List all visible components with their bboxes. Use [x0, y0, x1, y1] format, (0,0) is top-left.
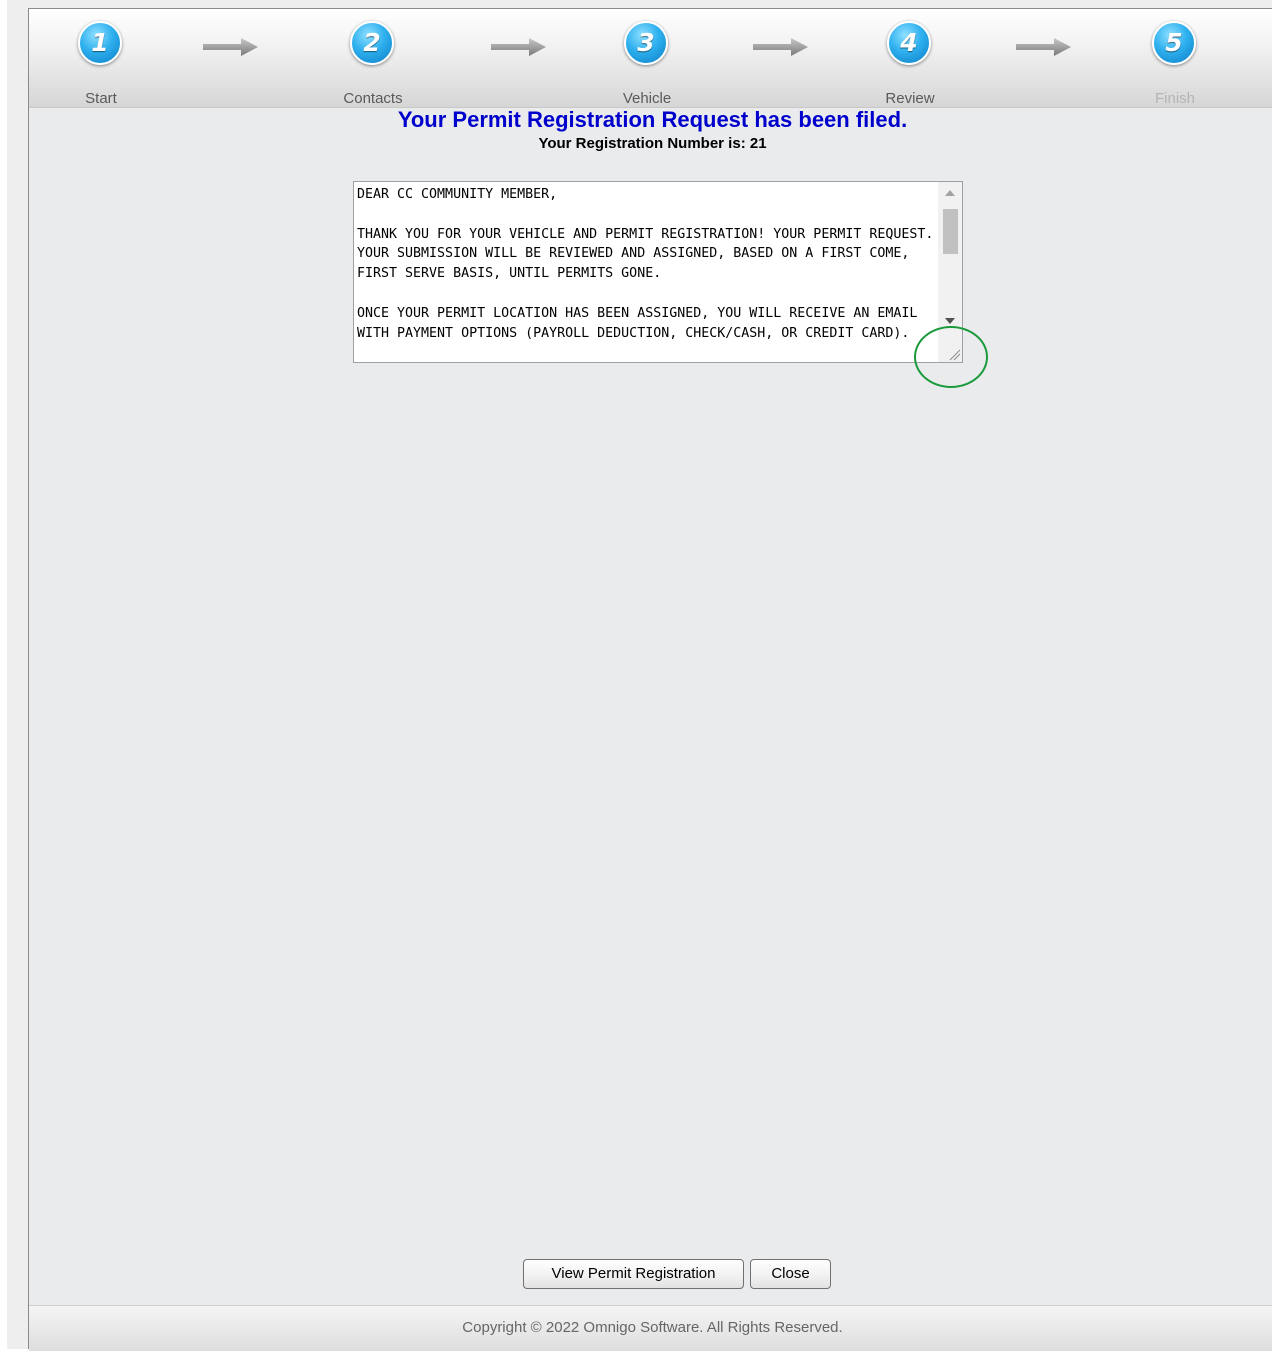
copyright-text: Copyright © 2022 Omnigo Software. All Ri…	[462, 1319, 843, 1336]
wizard-step-contacts: 2 Contacts	[313, 21, 433, 107]
step-1-badge: 1	[78, 21, 122, 65]
step-3-label: Vehicle	[622, 90, 672, 107]
confirmation-heading: Your Permit Registration Request has bee…	[397, 107, 908, 132]
wizard-step-start: 1 Start	[41, 21, 161, 107]
scroll-up-arrow-icon[interactable]	[945, 190, 955, 196]
arrow-right-icon	[1016, 38, 1071, 56]
confirmation-letter-textarea[interactable]: DEAR CC COMMUNITY MEMBER, THANK YOU FOR …	[353, 181, 963, 363]
step-2-label: Contacts	[343, 90, 403, 107]
step-5-label: Finish	[1154, 90, 1195, 107]
wizard-step-finish: 5 Finish	[1115, 21, 1235, 107]
scroll-down-arrow-icon[interactable]	[945, 318, 955, 324]
step-1-label: Start	[85, 90, 117, 107]
registration-panel: 1 Start 2 Contacts 3 Vehicle 4 Review 5 …	[28, 8, 1272, 1351]
wizard-progress-bar: 1 Start 2 Contacts 3 Vehicle 4 Review 5 …	[29, 9, 1272, 108]
view-permit-registration-button[interactable]: View Permit Registration	[523, 1259, 744, 1289]
page-frame: 1 Start 2 Contacts 3 Vehicle 4 Review 5 …	[7, 0, 1272, 1351]
arrow-right-icon	[753, 38, 808, 56]
footer: Copyright © 2022 Omnigo Software. All Ri…	[29, 1305, 1272, 1351]
step-4-badge: 4	[887, 21, 931, 65]
resize-grip-highlight-circle	[914, 326, 988, 388]
step-5-badge: 5	[1152, 21, 1196, 65]
arrow-right-icon	[491, 38, 546, 56]
wizard-step-vehicle: 3 Vehicle	[587, 21, 707, 107]
letter-text[interactable]: DEAR CC COMMUNITY MEMBER, THANK YOU FOR …	[357, 185, 937, 361]
step-4-label: Review	[885, 90, 935, 107]
arrow-right-icon	[203, 38, 258, 56]
wizard-step-review: 4 Review	[850, 21, 970, 107]
step-3-badge: 3	[624, 21, 668, 65]
close-button[interactable]: Close	[750, 1259, 831, 1289]
registration-number: Your Registration Number is: 21	[538, 135, 767, 152]
scroll-thumb[interactable]	[943, 209, 958, 254]
step-2-badge: 2	[350, 21, 394, 65]
